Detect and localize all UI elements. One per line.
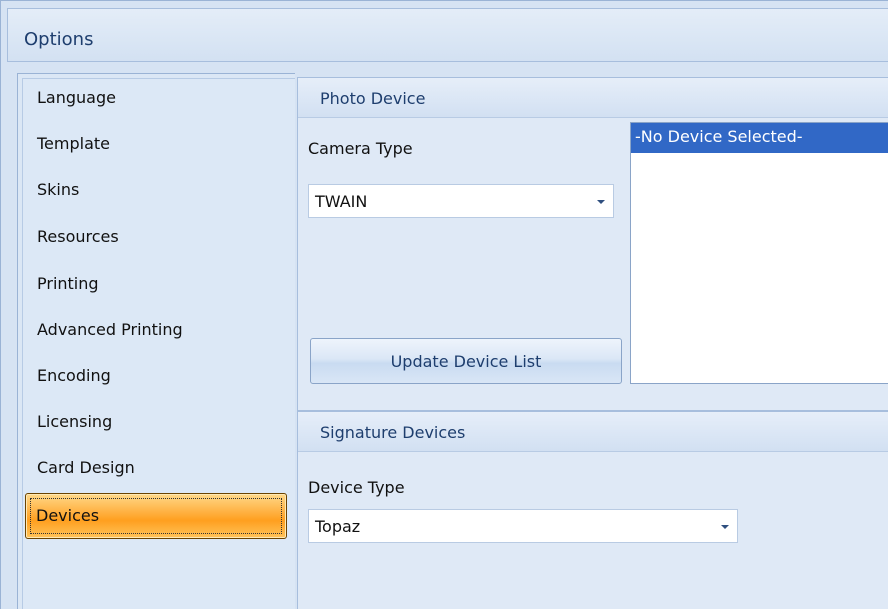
chevron-down-icon[interactable]: [597, 200, 605, 204]
photo-device-title: Photo Device: [320, 89, 426, 108]
update-device-list-button[interactable]: Update Device List: [310, 338, 622, 384]
device-type-label: Device Type: [308, 478, 405, 497]
nav-item-devices[interactable]: Devices: [25, 493, 287, 539]
nav-item-template[interactable]: Template: [37, 130, 110, 158]
nav-item-card-design[interactable]: Card Design: [37, 454, 135, 482]
nav-item-printing[interactable]: Printing: [37, 270, 99, 298]
nav-item-advanced-printing[interactable]: Advanced Printing: [37, 316, 183, 344]
signature-devices-header: Signature Devices: [298, 412, 888, 452]
nav-item-skins[interactable]: Skins: [37, 176, 79, 204]
list-item[interactable]: -No Device Selected-: [631, 123, 888, 153]
nav-item-licensing[interactable]: Licensing: [37, 408, 112, 436]
camera-type-select[interactable]: TWAIN: [308, 184, 614, 218]
nav-item-resources[interactable]: Resources: [37, 223, 119, 251]
photo-device-header: Photo Device: [298, 78, 888, 118]
signature-devices-group: Signature Devices Device Type Topaz: [297, 411, 888, 609]
window-title: Options: [24, 29, 94, 50]
device-type-value: Topaz: [315, 517, 361, 536]
window-title-bar: Options: [7, 8, 888, 62]
focus-rectangle: [30, 498, 282, 534]
options-window: Options Language Template Skins Resource…: [0, 0, 888, 609]
chevron-down-icon[interactable]: [721, 525, 729, 529]
device-type-select[interactable]: Topaz: [308, 509, 738, 543]
signature-devices-title: Signature Devices: [320, 423, 466, 442]
camera-type-label: Camera Type: [308, 139, 413, 158]
update-device-list-label: Update Device List: [390, 352, 542, 371]
settings-panel: Photo Device Camera Type TWAIN Update De…: [295, 73, 888, 609]
nav-item-encoding[interactable]: Encoding: [37, 362, 111, 390]
nav-item-language[interactable]: Language: [37, 84, 116, 112]
camera-type-value: TWAIN: [315, 192, 368, 211]
photo-device-list[interactable]: -No Device Selected-: [630, 122, 888, 384]
photo-device-group: Photo Device Camera Type TWAIN Update De…: [297, 77, 888, 411]
